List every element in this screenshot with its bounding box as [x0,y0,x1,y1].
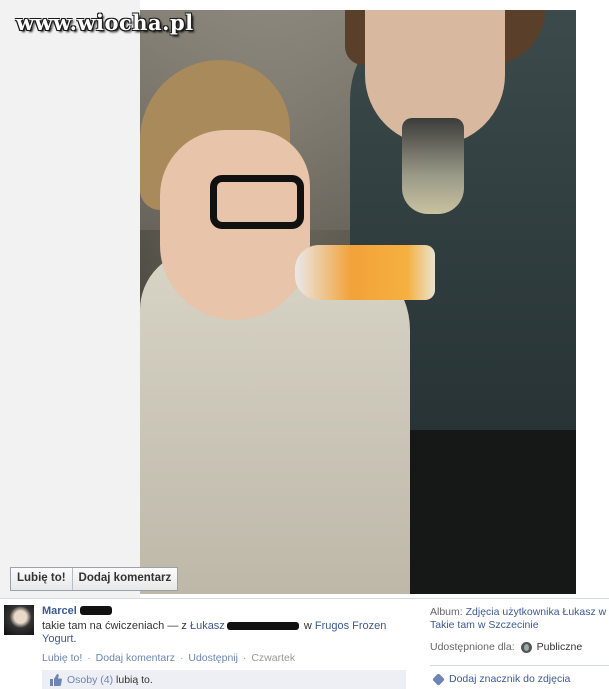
post-timestamp[interactable]: Czwartek [251,652,295,664]
post-caption: takie tam na ćwiczeniach — z Łukasz w Fr… [42,620,402,646]
likes-text: lubią to. [116,673,153,686]
photo[interactable] [140,10,576,594]
caption-suffix: . [73,633,77,645]
shared-label: Udostępnione dla: [430,641,515,653]
tag-photo-link[interactable]: Dodaj znacznik do zdjęcia [449,673,570,685]
redaction-scribble [80,606,112,615]
post-actions: Lubię to! · Dodaj komentarz · Udostępnij… [42,652,295,664]
caption-prefix: takie tam na ćwiczeniach — z [42,620,190,632]
author-name[interactable]: Marcel [42,605,77,617]
album-link[interactable]: Zdjęcia użytkownika Łukasz w [466,606,607,618]
privacy-value[interactable]: Publiczne [537,641,583,654]
dot-separator: · [242,652,247,664]
photo-bottle-left [295,245,435,300]
photo-info: Album: Zdjęcia użytkownika Łukasz w Taki… [430,606,609,654]
thumbs-up-icon [48,673,62,686]
photo-like-button[interactable]: Lubię to! [11,568,72,590]
album-label: Album: [430,606,463,618]
photo-action-bar: Lubię to! Dodaj komentarz [10,567,179,591]
dot-separator: · [87,652,91,664]
dot-separator: · [179,652,184,664]
likes-bar: Osoby (4) lubią to. [42,670,406,689]
photo-bottle-right [402,118,464,214]
tagged-user-link[interactable]: Łukasz [190,620,225,632]
globe-icon [520,642,532,653]
album-link-secondary[interactable]: Takie tam w Szczecinie [430,619,539,631]
watermark: www.wiocha.pl [16,10,194,35]
left-margin [0,0,140,598]
photo-glasses [210,175,304,229]
post-like-link[interactable]: Lubię to! [42,652,82,664]
sidebar-divider [430,665,609,666]
post-comment-link[interactable]: Dodaj komentarz [96,652,175,664]
caption-middle: w [300,620,315,632]
section-divider [0,598,609,599]
photo-comment-button[interactable]: Dodaj komentarz [73,568,178,590]
likes-people-link[interactable]: Osoby (4) [67,674,113,686]
tag-photo-row[interactable]: Dodaj znacznik do zdjęcia [432,672,570,686]
post-share-link[interactable]: Udostępnij [188,652,238,664]
redaction-scribble [226,622,299,631]
tag-icon [432,672,445,686]
avatar[interactable] [4,605,34,635]
